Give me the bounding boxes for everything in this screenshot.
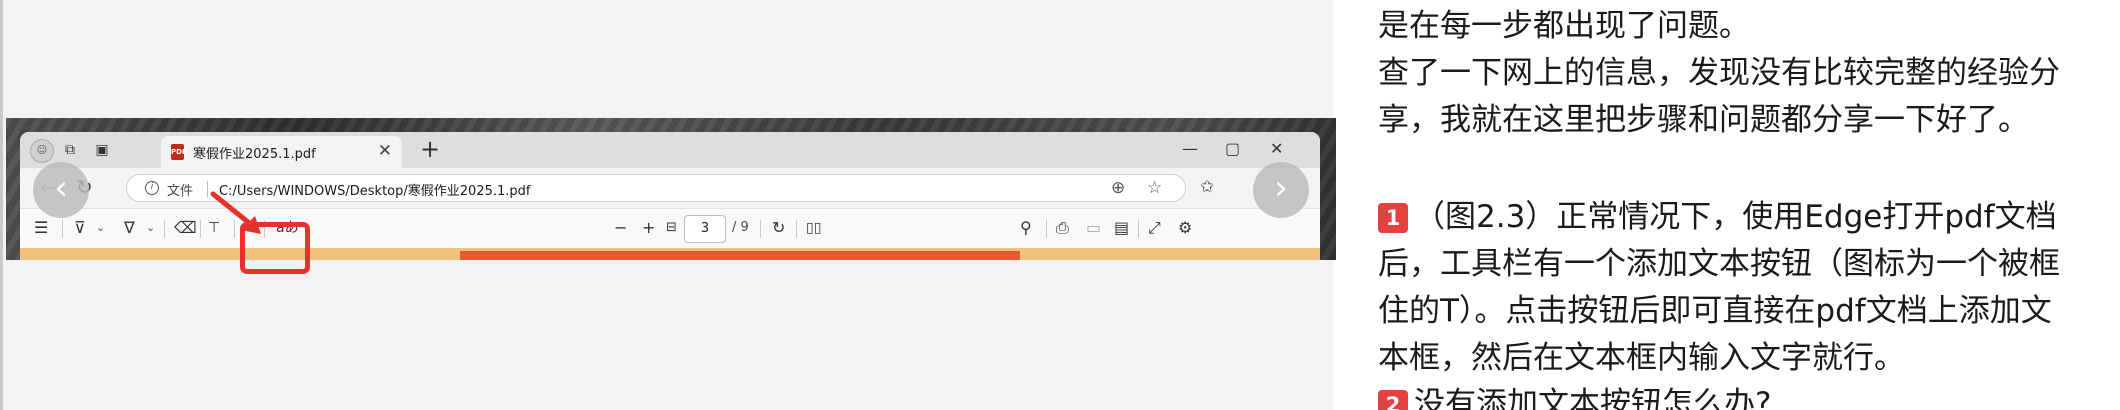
file-label: 文件 — [167, 184, 194, 199]
toolbar-divider — [760, 220, 761, 238]
article-line: 住的T）。点击按钮后即可直接在pdf文档上添加文 — [1378, 293, 2052, 329]
article-text: 是在每一步都出现了问题。 查了一下网上的信息，发现没有比较完整的经验分 享，我就… — [1378, 0, 2120, 410]
profile-avatar-icon[interactable]: ☺ — [30, 139, 54, 163]
zoom-in-button[interactable]: + — [642, 217, 655, 239]
chevron-left-icon[interactable]: ‹ — [33, 162, 89, 218]
rotate-icon[interactable]: ↻ — [772, 217, 785, 239]
highlight-box-annotation — [240, 222, 310, 274]
page-view-icon[interactable]: ▯▯ — [806, 217, 821, 239]
article-line: 后，工具栏有一个添加文本按钮（图标为一个被框 — [1378, 246, 2060, 282]
toolbar-divider — [200, 220, 201, 238]
tab-strip: ☺ ⧉ ▣ PDF 寒假作业2025.1.pdf ✕ + — ▢ ✕ — [20, 132, 1320, 168]
pdf-file-icon: PDF — [171, 144, 187, 160]
article-line: 查了一下网上的信息，发现没有比较完整的经验分 — [1378, 55, 2060, 91]
image-viewer: ☺ ⧉ ▣ PDF 寒假作业2025.1.pdf ✕ + — ▢ ✕ ← ↻ i… — [0, 0, 1336, 410]
article-line: 本框，然后在文本框内输入文字就行。 — [1378, 340, 1905, 376]
save-as-icon[interactable]: ▤ — [1114, 217, 1129, 239]
chevron-down-icon[interactable]: ⌄ — [96, 217, 105, 239]
pdf-page-preview — [20, 248, 1320, 260]
contents-icon[interactable]: ☰ — [34, 217, 48, 239]
article-line: 享，我就在这里把步骤和问题都分享一下好了。 — [1378, 102, 2029, 138]
number-badge-icon: 1 — [1378, 203, 1408, 233]
page-number-input[interactable]: 3 — [684, 215, 726, 243]
number-badge-icon: 2 — [1378, 390, 1408, 410]
address-bar[interactable]: i 文件 C:/Users/WINDOWS/Desktop/寒假作业2025.1… — [126, 174, 1186, 202]
page-total: / 9 — [732, 220, 749, 235]
workspaces-icon[interactable]: ⧉ — [62, 142, 78, 158]
zoom-out-button[interactable]: − — [614, 217, 627, 239]
fullscreen-icon[interactable]: ⤢ — [1148, 217, 1161, 239]
tab-close-button[interactable]: ✕ — [378, 141, 392, 161]
favorites-icon[interactable]: ✩ — [1200, 176, 1214, 198]
article-line: 是在每一步都出现了问题。 — [1378, 8, 1750, 44]
fit-page-icon[interactable]: ⊟ — [666, 217, 677, 239]
print-icon[interactable]: ⎙ — [1056, 217, 1069, 239]
favorite-star-icon[interactable]: ☆ — [1147, 179, 1162, 197]
new-tab-button[interactable]: + — [420, 135, 440, 163]
chevron-down-icon[interactable]: ⌄ — [146, 217, 155, 239]
minimize-button[interactable]: — — [1182, 137, 1198, 161]
tab-title: 寒假作业2025.1.pdf — [193, 147, 316, 162]
info-icon[interactable]: i — [145, 181, 159, 195]
article-line: （图2.3）正常情况下，使用Edge打开pdf文档 — [1414, 199, 2057, 235]
screenshot-image: ☺ ⧉ ▣ PDF 寒假作业2025.1.pdf ✕ + — ▢ ✕ ← ↻ i… — [6, 118, 1336, 260]
translate-icon[interactable]: ⊕ — [1111, 179, 1125, 197]
chevron-right-icon[interactable]: › — [1253, 162, 1309, 218]
save-icon[interactable]: ▭ — [1086, 217, 1101, 239]
article-line: 没有添加文本按钮怎么办? — [1414, 386, 1772, 410]
toolbar-divider — [164, 220, 165, 238]
active-tab[interactable]: PDF 寒假作业2025.1.pdf ✕ — [161, 136, 402, 168]
toolbar-divider — [1046, 220, 1047, 238]
draw-icon[interactable]: ∇ — [124, 217, 135, 239]
article-item-1: 1 （图2.3）正常情况下，使用Edge打开pdf文档 — [1378, 191, 2057, 236]
address-divider — [207, 181, 208, 197]
settings-icon[interactable]: ⚙ — [1178, 217, 1192, 239]
search-icon[interactable]: ⚲ — [1020, 217, 1032, 239]
toolbar-divider — [1138, 220, 1139, 238]
toolbar-divider — [62, 220, 63, 238]
close-window-button[interactable]: ✕ — [1270, 137, 1283, 161]
highlight-icon[interactable]: ⊽ — [74, 217, 86, 239]
maximize-button[interactable]: ▢ — [1225, 137, 1240, 161]
article-item-2: 2 没有添加文本按钮怎么办? — [1378, 378, 1771, 410]
tab-actions-icon[interactable]: ▣ — [94, 142, 110, 158]
erase-icon[interactable]: ⌫ — [174, 217, 197, 239]
toolbar-divider — [796, 220, 797, 238]
